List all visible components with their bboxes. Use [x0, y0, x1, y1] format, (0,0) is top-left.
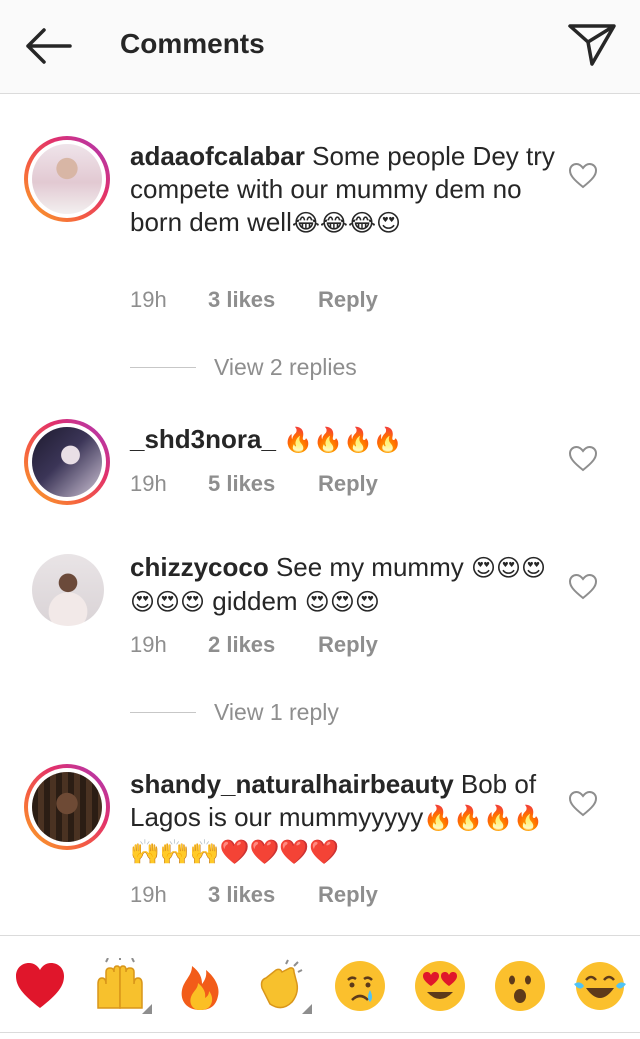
crying-face-icon — [335, 961, 385, 1011]
comment-body: giddem — [205, 586, 305, 616]
like-comment-button[interactable] — [568, 162, 598, 190]
variant-indicator-icon — [302, 1004, 312, 1014]
emoji-heart-eyes-button[interactable] — [412, 958, 468, 1014]
comment-likes[interactable]: 3 likes — [208, 287, 318, 313]
reply-button[interactable]: Reply — [318, 471, 378, 497]
view-replies-button[interactable]: View 1 reply — [130, 699, 339, 726]
emoji-heart-button[interactable] — [12, 958, 68, 1014]
reply-button[interactable]: Reply — [318, 882, 378, 908]
comment-emojis: 😍😍😍 — [304, 588, 380, 616]
variant-indicator-icon — [142, 1004, 152, 1014]
avatar[interactable] — [24, 764, 110, 850]
back-button[interactable] — [20, 24, 76, 68]
emoji-crying-button[interactable] — [332, 958, 388, 1014]
comment-time: 19h — [130, 632, 167, 657]
comment-username[interactable]: _shd3nora_ — [130, 424, 276, 454]
fire-icon — [181, 966, 219, 1010]
tears-of-joy-icon — [574, 962, 626, 1010]
clapping-hands-icon — [260, 959, 303, 1009]
view-replies-label: View 2 replies — [214, 354, 357, 380]
view-replies-button[interactable]: View 2 replies — [130, 354, 357, 381]
comment-time: 19h — [130, 471, 167, 496]
comment-username[interactable]: chizzycoco — [130, 552, 269, 582]
surprised-face-icon — [495, 961, 545, 1011]
heart-icon — [568, 790, 598, 817]
reply-button[interactable]: Reply — [318, 287, 378, 313]
red-heart-icon — [16, 963, 64, 1008]
comment-meta: 19h 3 likes Reply — [130, 287, 378, 313]
reply-button[interactable]: Reply — [318, 632, 378, 658]
avatar[interactable] — [32, 554, 104, 626]
emoji-clapping-button[interactable] — [252, 958, 312, 1014]
share-button[interactable] — [564, 20, 620, 68]
comment-text: _shd3nora_ 🔥🔥🔥🔥 — [130, 423, 560, 457]
heart-eyes-icon — [415, 961, 465, 1011]
quick-emoji-bar — [0, 935, 640, 1033]
comment-likes[interactable]: 2 likes — [208, 632, 318, 658]
paper-plane-icon — [568, 24, 616, 66]
comment-username[interactable]: adaaofcalabar — [130, 141, 305, 171]
comment-username[interactable]: shandy_naturalhairbeauty — [130, 769, 454, 799]
divider — [130, 712, 196, 713]
comment-meta: 19h 2 likes Reply — [130, 632, 378, 658]
heart-icon — [568, 573, 598, 600]
header-bar: Comments — [0, 0, 640, 94]
comment-emojis: 😂😂😂😍 — [291, 209, 402, 237]
emoji-surprised-button[interactable] — [492, 958, 548, 1014]
divider — [130, 367, 196, 368]
comment-time: 19h — [130, 882, 167, 907]
avatar[interactable] — [24, 136, 110, 222]
comment-text: shandy_naturalhairbeauty Bob of Lagos is… — [130, 768, 560, 869]
view-replies-label: View 1 reply — [214, 699, 339, 725]
comment-body: See my mummy — [268, 552, 471, 582]
like-comment-button[interactable] — [568, 445, 598, 473]
heart-icon — [568, 162, 598, 189]
like-comment-button[interactable] — [568, 790, 598, 818]
avatar[interactable] — [24, 419, 110, 505]
comment-meta: 19h 5 likes Reply — [130, 471, 378, 497]
comment-time: 19h — [130, 287, 167, 312]
raising-hands-icon — [97, 956, 143, 1009]
comment-likes[interactable]: 5 likes — [208, 471, 318, 497]
heart-icon — [568, 445, 598, 472]
emoji-raising-hands-button[interactable] — [92, 956, 152, 1014]
comment-text: chizzycoco See my mummy 😍😍😍😍😍😍 giddem 😍😍… — [130, 551, 560, 619]
page-title: Comments — [120, 28, 265, 59]
like-comment-button[interactable] — [568, 573, 598, 601]
emoji-fire-button[interactable] — [172, 958, 228, 1014]
arrow-left-icon — [26, 28, 72, 64]
comment-text: adaaofcalabar Some people Dey try compet… — [130, 140, 560, 240]
comment-emojis: 🔥🔥🔥🔥 — [283, 426, 403, 454]
comment-likes[interactable]: 3 likes — [208, 882, 318, 908]
emoji-laughing-button[interactable] — [572, 958, 628, 1014]
comment-meta: 19h 3 likes Reply — [130, 882, 378, 908]
